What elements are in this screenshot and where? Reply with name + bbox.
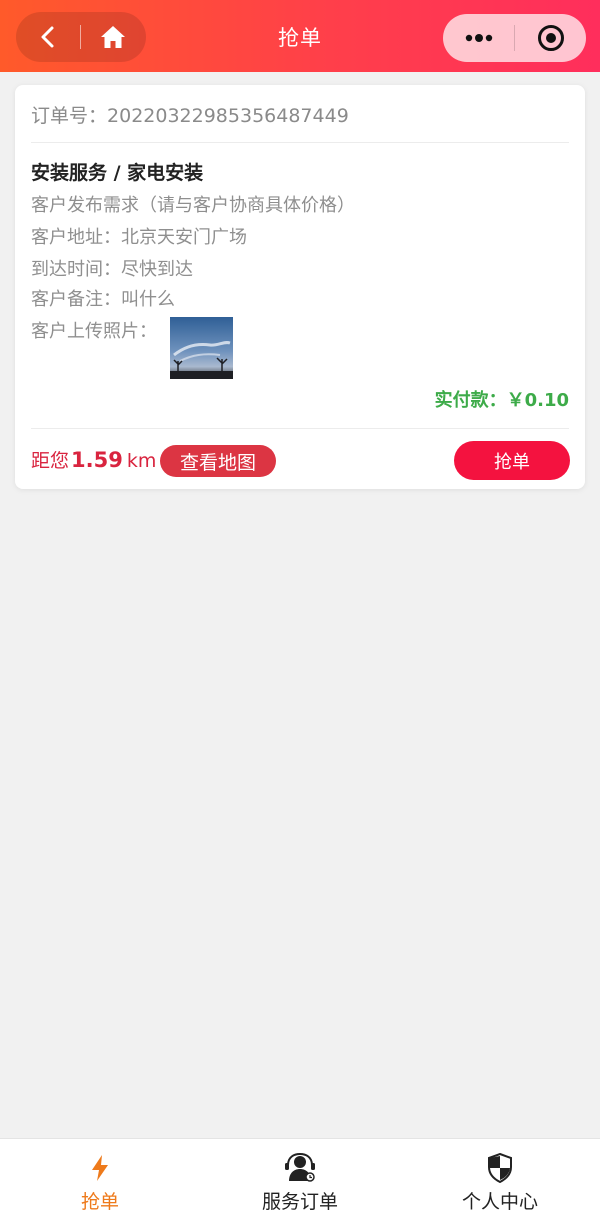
tab-service-orders[interactable]: 服务订单 (200, 1139, 400, 1218)
grab-order-button[interactable]: 抢单 (454, 441, 570, 480)
customer-photo-label: 客户上传照片： (31, 321, 157, 342)
shield-icon (488, 1153, 512, 1183)
sky-photo-image (170, 317, 233, 379)
distance-info: 距您 1.59 km (31, 446, 156, 473)
customer-address: 客户地址：北京天安门广场 (31, 227, 247, 248)
distance-prefix: 距您 (31, 450, 70, 472)
tab-label: 抢单 (80, 1191, 119, 1213)
customer-photo-thumbnail[interactable] (170, 317, 233, 379)
paid-amount: 实付款：￥0.10 (434, 390, 569, 411)
service-title: 安装服务 / 家电安装 (31, 162, 204, 184)
card-divider (31, 142, 569, 143)
demand-note: 客户发布需求（请与客户协商具体价格） (31, 195, 355, 216)
bottom-tab-bar: 抢单 服务订单 个人中心 (0, 1138, 600, 1218)
target-circle-icon (537, 25, 564, 51)
tab-personal-center[interactable]: 个人中心 (400, 1139, 600, 1218)
more-dots-icon (465, 34, 492, 42)
distance-unit: km (126, 450, 157, 472)
close-miniprogram-button[interactable] (515, 14, 586, 62)
order-number-value: 202203229853564874​49 (107, 105, 349, 127)
tab-label: 服务订单 (261, 1191, 338, 1213)
order-card: 订单号：202203229853564874​49 安装服务 / 家电安装 客户… (15, 85, 585, 489)
lightning-icon (92, 1155, 108, 1181)
view-map-button[interactable]: 查看地图 (160, 445, 276, 477)
order-number: 订单号：202203229853564874​49 (31, 101, 349, 128)
tab-label: 个人中心 (461, 1191, 538, 1213)
nav-header: 抢单 (0, 0, 600, 72)
service-agent-icon (285, 1153, 315, 1182)
distance-value: 1.59 (71, 448, 123, 472)
tab-grab-order[interactable]: 抢单 (0, 1139, 200, 1218)
customer-remark: 客户备注：叫什么 (31, 289, 175, 310)
more-button[interactable] (443, 14, 514, 62)
order-number-label: 订单号： (31, 105, 108, 127)
card-divider (31, 428, 569, 429)
nav-capsule-right (443, 14, 586, 62)
arrival-time: 到达时间：尽快到达 (31, 259, 193, 280)
